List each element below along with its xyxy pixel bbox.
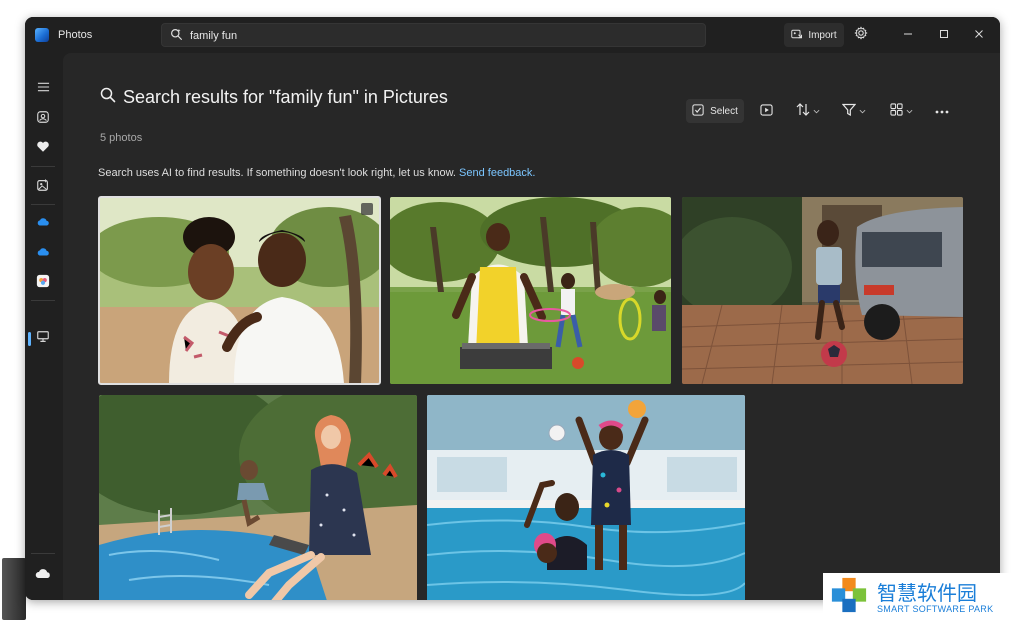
sidebar-item-onedrive-status[interactable] <box>33 565 53 585</box>
close-icon <box>974 28 984 42</box>
menu-button[interactable] <box>33 79 53 99</box>
view-layout-button[interactable] <box>883 99 919 123</box>
photo-count: 5 photos <box>100 132 143 144</box>
sort-icon <box>796 103 810 119</box>
play-slideshow-icon <box>759 103 773 119</box>
sidebar-item-icloud[interactable] <box>33 273 53 293</box>
search-input[interactable] <box>190 27 690 44</box>
chevron-down-icon <box>813 106 820 117</box>
photo-poolside-laptop <box>99 395 417 600</box>
sort-button[interactable] <box>790 99 826 123</box>
chevron-down-icon <box>906 106 913 117</box>
more-options-button[interactable] <box>931 99 953 123</box>
send-feedback-link[interactable]: Send feedback. <box>459 167 535 179</box>
import-label: Import <box>808 29 837 41</box>
import-button[interactable]: Import <box>784 23 844 47</box>
navigation-sidebar <box>25 53 61 600</box>
app-title: Photos <box>58 29 93 41</box>
filter-icon <box>841 103 857 119</box>
photo-thumbnail[interactable] <box>98 196 381 385</box>
select-label: Select <box>710 105 738 117</box>
checkbox-icon <box>692 103 704 119</box>
maximize-button[interactable] <box>935 26 953 44</box>
close-button[interactable] <box>970 26 988 44</box>
slideshow-button[interactable] <box>755 99 777 123</box>
select-button[interactable]: Select <box>686 99 744 123</box>
photo-kids-swimming-pool <box>427 395 745 600</box>
title-bar: Photos Import <box>25 17 1000 53</box>
watermark-english-text: SMART SOFTWARE PARK <box>877 604 994 614</box>
results-title-text: Search results for "family fun" in Pictu… <box>123 87 448 107</box>
more-options-icon <box>935 106 949 117</box>
cloud-icon <box>36 214 50 232</box>
photo-boy-soccer <box>682 197 963 384</box>
sidebar-item-onedrive-personal[interactable] <box>33 213 53 233</box>
photo-thumbnail[interactable] <box>682 197 963 384</box>
minimize-button[interactable] <box>899 26 917 44</box>
active-indicator <box>28 332 31 346</box>
main-content: Search results for "family fun" in Pictu… <box>63 53 1000 600</box>
sidebar-item-favorites[interactable] <box>33 139 53 159</box>
sidebar-divider <box>31 166 55 167</box>
photo-couple-laughing <box>99 197 380 384</box>
sidebar-divider <box>31 300 55 301</box>
search-box[interactable] <box>161 23 706 47</box>
photo-family-barbecue <box>390 197 671 384</box>
page-title: Search results for "family fun" in Pictu… <box>100 87 448 108</box>
search-icon <box>100 87 116 108</box>
sidebar-item-onedrive-business[interactable] <box>33 243 53 263</box>
sidebar-divider <box>31 553 55 554</box>
search-icon <box>170 28 183 46</box>
settings-button[interactable] <box>851 25 871 45</box>
photo-thumbnail[interactable] <box>390 197 671 384</box>
photo-thumbnail[interactable] <box>427 395 745 600</box>
watermark-logo-icon <box>831 577 867 613</box>
maximize-icon <box>939 28 949 42</box>
cloud-icon <box>36 244 50 262</box>
image-edit-icon <box>36 178 50 197</box>
monitor-icon <box>36 330 50 349</box>
ai-notice: Search uses AI to find results. If somet… <box>98 167 535 179</box>
ai-notice-text: Search uses AI to find results. If somet… <box>98 167 456 179</box>
sidebar-item-editor[interactable] <box>33 177 53 197</box>
gallery-icon <box>36 110 50 129</box>
hamburger-menu-icon <box>37 80 50 98</box>
import-icon <box>791 28 803 43</box>
icloud-icon <box>36 274 50 293</box>
gear-icon <box>854 25 868 45</box>
sidebar-item-gallery[interactable] <box>33 109 53 129</box>
photos-app-icon <box>35 28 49 42</box>
site-watermark: 智慧软件园 SMART SOFTWARE PARK <box>823 573 1019 621</box>
background-edge <box>2 558 26 620</box>
chevron-down-icon <box>859 106 866 117</box>
sidebar-item-this-pc[interactable] <box>33 329 53 349</box>
heart-icon <box>36 140 50 158</box>
grid-view-icon <box>889 103 903 119</box>
filter-button[interactable] <box>836 99 872 123</box>
sidebar-divider <box>31 204 55 205</box>
watermark-chinese-text: 智慧软件园 <box>877 581 977 605</box>
cloud-icon <box>35 566 51 584</box>
minimize-icon <box>903 28 913 42</box>
photo-thumbnail[interactable] <box>99 395 417 600</box>
photos-window: Photos Import <box>25 17 1000 600</box>
